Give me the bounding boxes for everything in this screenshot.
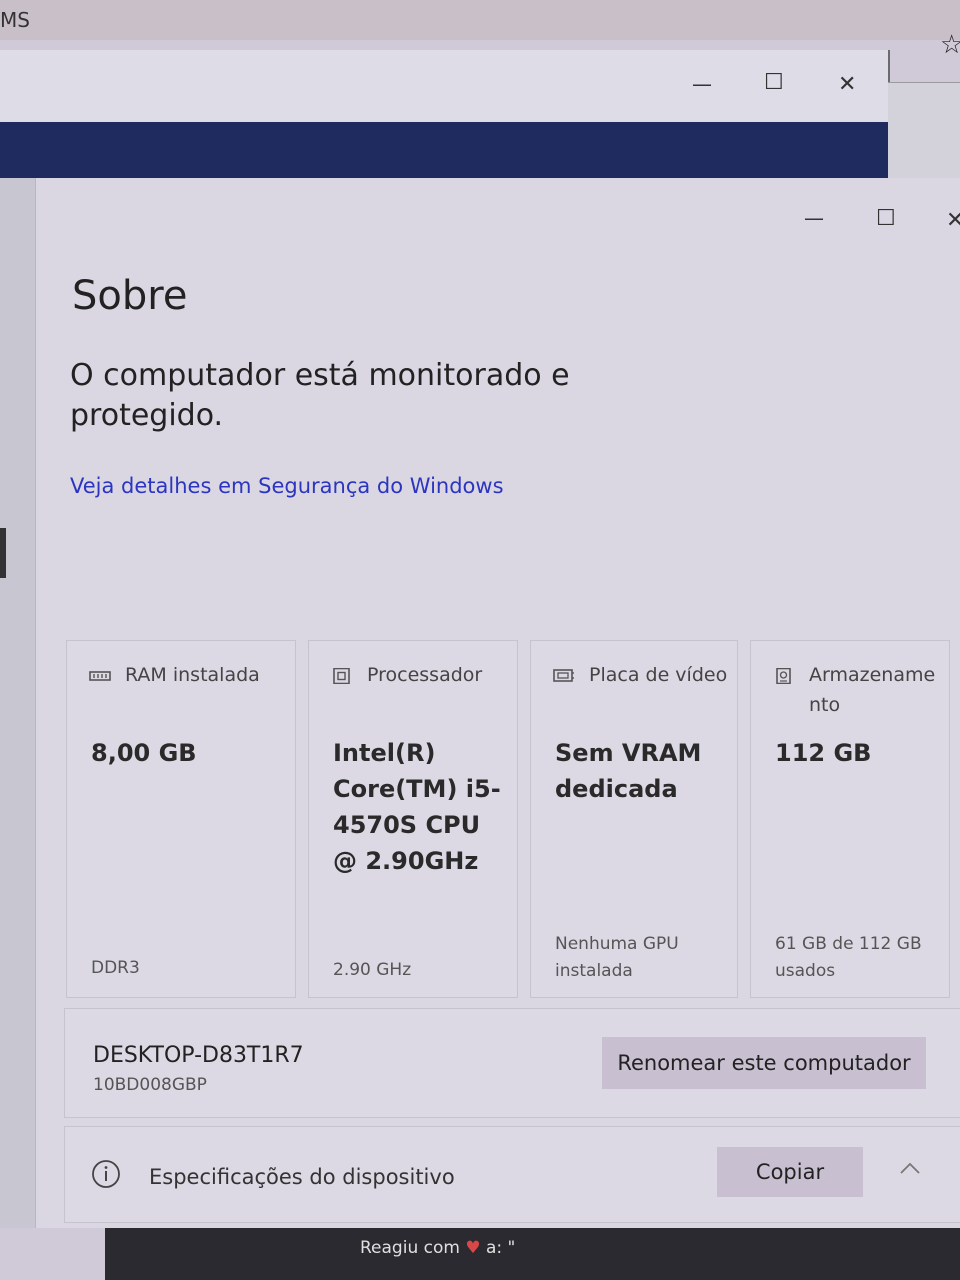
processor-card-label: Processador xyxy=(367,664,483,686)
ram-card-detail: DDR3 xyxy=(91,958,140,978)
about-window: — ☐ ✕ Sobre O computador está monitorado… xyxy=(35,178,960,1228)
gpu-card-detail: Nenhuma GPU instalada xyxy=(555,934,679,981)
notification-preview[interactable]: Reagiu com ♥ a: " xyxy=(360,1238,515,1258)
storage-card-value: 112 GB xyxy=(775,739,872,767)
chevron-up-icon[interactable] xyxy=(899,1161,921,1175)
minimize-icon[interactable]: — xyxy=(804,206,824,230)
windows-security-link[interactable]: Veja detalhes em Segurança do Windows xyxy=(70,474,504,498)
ram-card-value: 8,00 GB xyxy=(91,739,197,767)
storage-card-detail: 61 GB de 112 GB usados xyxy=(775,934,922,981)
processor-card: Processador Intel(R) Core(TM) i5-4570S C… xyxy=(308,640,518,998)
processor-card-detail: 2.90 GHz xyxy=(333,960,412,980)
info-icon xyxy=(92,1160,120,1188)
gpu-card-header: Placa de vídeo xyxy=(553,664,734,690)
gpu-card-label: Placa de vídeo xyxy=(589,664,728,686)
storage-card-header: Armazenamento xyxy=(773,664,944,720)
storage-card-label: Armazenamento xyxy=(809,664,936,716)
taskbar: Reagiu com ♥ a: " xyxy=(105,1228,960,1280)
background-edge-bar xyxy=(0,528,6,578)
heart-icon: ♥ xyxy=(465,1238,481,1258)
maximize-icon[interactable]: ☐ xyxy=(764,70,784,95)
ram-icon xyxy=(89,671,111,681)
processor-card-value: Intel(R) Core(TM) i5-4570S CPU @ 2.90GHz xyxy=(333,739,501,875)
protection-status-text: O computador está monitorado e protegido… xyxy=(70,358,570,433)
gpu-card-value: Sem VRAM dedicada xyxy=(555,739,702,803)
processor-card-header: Processador xyxy=(331,664,512,690)
ram-card-label: RAM instalada xyxy=(125,664,260,686)
storage-card: Armazenamento 112 GB 61 GB de 112 GB usa… xyxy=(750,640,950,998)
gpu-icon xyxy=(553,669,574,682)
maximize-icon[interactable]: ☐ xyxy=(876,206,896,231)
ram-card-header: RAM instalada xyxy=(89,664,270,690)
device-name: DESKTOP-D83T1R7 xyxy=(93,1043,304,1068)
background-side-window xyxy=(888,82,960,193)
background-window: — ☐ ✕ xyxy=(0,50,890,242)
notification-preview-text: Reagiu com xyxy=(360,1238,460,1258)
background-window-titlebar: — ☐ ✕ xyxy=(0,50,888,120)
gpu-card: Placa de vídeo Sem VRAM dedicada Nenhuma… xyxy=(530,640,738,998)
device-model: 10BD008GBP xyxy=(93,1075,207,1095)
close-icon[interactable]: ✕ xyxy=(946,208,960,233)
page-title: Sobre xyxy=(72,273,188,319)
favorite-star-icon[interactable]: ☆ xyxy=(940,30,960,60)
background-left-edge xyxy=(0,178,35,1228)
background-browser-strip: MS ☆ xyxy=(0,0,960,60)
storage-icon xyxy=(776,668,791,684)
rename-computer-button[interactable]: Renomear este computador xyxy=(602,1037,926,1089)
device-specifications-section[interactable]: Especificações do dispositivo Copiar xyxy=(64,1126,960,1223)
device-specifications-label: Especificações do dispositivo xyxy=(149,1165,455,1189)
device-name-section: DESKTOP-D83T1R7 10BD008GBP Renomear este… xyxy=(64,1008,960,1118)
notification-preview-suffix: a: " xyxy=(486,1238,516,1258)
processor-icon xyxy=(333,668,350,684)
close-icon[interactable]: ✕ xyxy=(838,72,856,97)
minimize-icon[interactable]: — xyxy=(692,72,712,96)
background-tab-text: MS xyxy=(0,8,30,32)
copy-button[interactable]: Copiar xyxy=(717,1147,863,1197)
ram-card: RAM instalada 8,00 GB DDR3 xyxy=(66,640,296,998)
